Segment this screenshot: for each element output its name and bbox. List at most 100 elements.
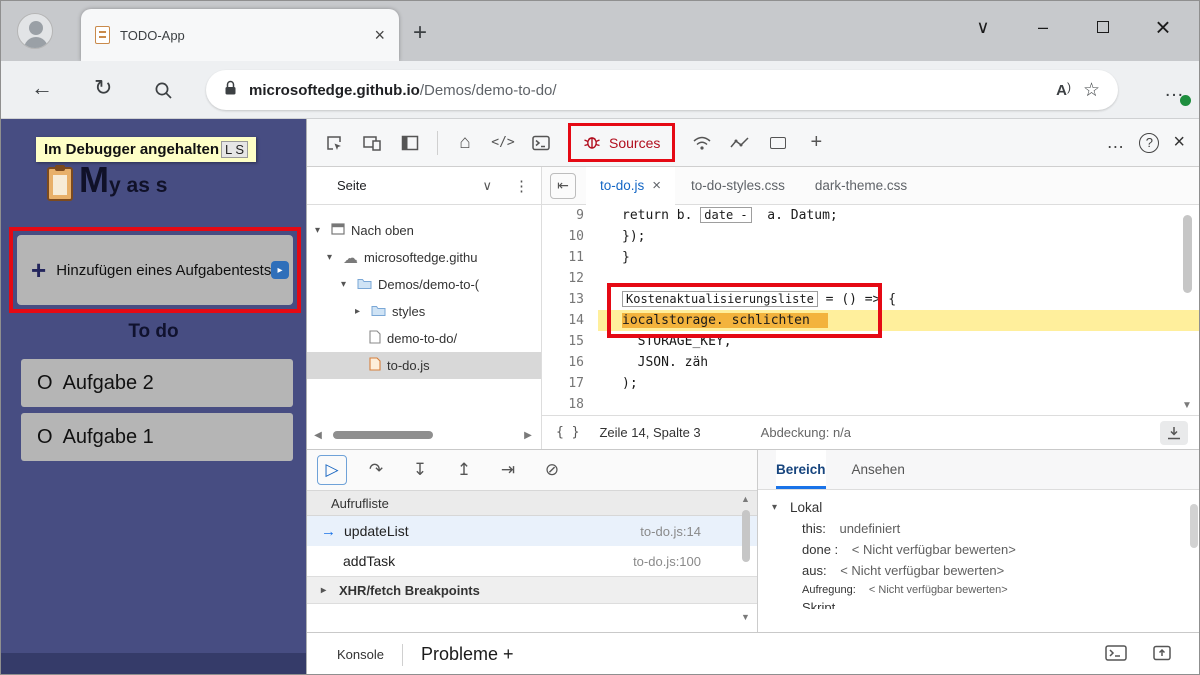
- line-number[interactable]: 9: [542, 205, 598, 226]
- step-icon[interactable]: ⇥: [493, 455, 523, 485]
- add-tools-button[interactable]: +: [799, 126, 833, 160]
- new-tab-button[interactable]: +: [413, 19, 427, 47]
- elements-tool-icon[interactable]: </>: [486, 126, 520, 160]
- scroll-left-icon[interactable]: ◀: [311, 430, 325, 441]
- console-tool-icon[interactable]: [524, 126, 558, 160]
- scope-vertical-scrollbar[interactable]: [1189, 500, 1199, 600]
- maximize-button[interactable]: [1073, 17, 1133, 38]
- scope-var-aufregung[interactable]: Aufregung: < Nicht verfügbar bewerten>: [772, 578, 1199, 596]
- scroll-thumb[interactable]: [742, 510, 750, 562]
- line-number[interactable]: 18: [542, 394, 598, 415]
- expander-icon[interactable]: ▾: [315, 225, 325, 236]
- resume-script-icon[interactable]: ▷: [317, 455, 347, 485]
- line-number[interactable]: 15: [542, 331, 598, 352]
- tab-close-icon[interactable]: ×: [652, 177, 661, 194]
- tree-item-demos-folder[interactable]: ▾ Demos/demo-to-(: [307, 271, 541, 298]
- expander-icon[interactable]: ▾: [327, 252, 337, 263]
- editor-tab-to-do-styles-css[interactable]: to-do-styles.css: [677, 167, 799, 205]
- line-number[interactable]: 12: [542, 268, 598, 289]
- window-close-button[interactable]: ×: [1133, 12, 1193, 43]
- scroll-up-icon[interactable]: ▲: [741, 494, 750, 504]
- scope-group-partial[interactable]: Skript: [772, 600, 1199, 609]
- scroll-down-icon[interactable]: ▼: [1182, 400, 1192, 411]
- add-task-button[interactable]: + Hinzufügen eines Aufgabentests ▸: [17, 235, 293, 305]
- xhr-breakpoints-section[interactable]: ▸ XHR/fetch Breakpoints: [307, 576, 757, 604]
- task-item-1[interactable]: O Aufgabe 1: [21, 413, 293, 461]
- tab-watch[interactable]: Ansehen: [852, 450, 905, 489]
- stack-frame-addTask[interactable]: addTask to-do.js:100: [307, 546, 757, 576]
- call-stack-header[interactable]: Aufrufliste: [307, 490, 757, 516]
- tree-item-origin[interactable]: ▾ ☁ microsoftedge.githu: [307, 244, 541, 271]
- expander-icon[interactable]: ▸: [355, 306, 365, 317]
- refresh-button[interactable]: ↻: [94, 75, 112, 101]
- memory-tool-icon[interactable]: [761, 126, 795, 160]
- sidebar-menu-kebab-icon[interactable]: ⋮: [514, 177, 529, 195]
- scroll-thumb[interactable]: [333, 431, 433, 439]
- device-emulation-icon[interactable]: [355, 126, 389, 160]
- search-icon[interactable]: [154, 81, 173, 105]
- expand-panel-icon[interactable]: [1153, 645, 1171, 664]
- expander-icon[interactable]: ▾: [772, 502, 782, 513]
- tree-item-styles-folder[interactable]: ▸ styles: [307, 298, 541, 325]
- sources-tool-tab[interactable]: Sources: [609, 135, 660, 151]
- tree-item-top-frame[interactable]: ▾ Nach oben: [307, 217, 541, 244]
- scroll-thumb[interactable]: [1190, 504, 1198, 548]
- back-button[interactable]: ←: [31, 75, 53, 101]
- tree-item-demo-to-do[interactable]: demo-to-do/: [307, 325, 541, 352]
- line-number[interactable]: 11: [542, 247, 598, 268]
- favorites-star-icon[interactable]: ☆: [1083, 79, 1100, 102]
- tab-problems[interactable]: Probleme +: [421, 644, 514, 665]
- scroll-right-icon[interactable]: ▶: [521, 430, 535, 441]
- task-radio[interactable]: O: [37, 426, 53, 449]
- devtools-menu-icon[interactable]: …: [1106, 132, 1125, 153]
- tab-close-icon[interactable]: ×: [374, 25, 385, 46]
- tree-item-to-do-js[interactable]: to-do.js: [307, 352, 541, 379]
- task-item-2[interactable]: O Aufgabe 2: [21, 359, 293, 407]
- callstack-vertical-scrollbar[interactable]: ▲ ▼: [739, 492, 753, 624]
- read-aloud-icon[interactable]: A): [1056, 80, 1071, 99]
- tab-console[interactable]: Konsole: [337, 647, 384, 662]
- editor-tab-dark-theme-css[interactable]: dark-theme.css: [801, 167, 921, 205]
- scope-var-aus[interactable]: aus: < Nicht verfügbar bewerten>: [772, 557, 1199, 578]
- network-tool-icon[interactable]: [685, 126, 719, 160]
- chevron-down-icon[interactable]: ∨: [482, 178, 492, 194]
- pretty-print-icon[interactable]: { }: [556, 425, 579, 440]
- tab-scope[interactable]: Bereich: [776, 450, 826, 489]
- scroll-track[interactable]: [325, 430, 521, 440]
- tab-page[interactable]: Seite: [337, 178, 367, 193]
- frame-location[interactable]: to-do.js:100: [633, 554, 701, 569]
- line-number[interactable]: 14: [542, 310, 598, 331]
- step-over-icon[interactable]: ↷: [361, 455, 391, 485]
- scope-group-local[interactable]: ▾ Lokal: [772, 500, 1199, 515]
- frame-location[interactable]: to-do.js:14: [640, 524, 701, 539]
- tab-search-chevron-icon[interactable]: ∨: [953, 17, 1013, 38]
- tree-horizontal-scrollbar[interactable]: ◀ ▶: [311, 427, 535, 443]
- browser-tab[interactable]: TODO-App ×: [81, 9, 399, 61]
- stack-frame-updateList[interactable]: → updateList to-do.js:14: [307, 516, 757, 546]
- expander-icon[interactable]: ▸: [321, 585, 331, 596]
- code-vertical-scrollbar[interactable]: ▼: [1180, 205, 1196, 415]
- profile-avatar[interactable]: [17, 13, 53, 49]
- editor-tab-to-do-js[interactable]: to-do.js ×: [586, 166, 676, 205]
- address-bar[interactable]: microsoftedge.github.io/Demos/demo-to-do…: [206, 70, 1118, 110]
- devtools-close-icon[interactable]: ×: [1173, 131, 1185, 154]
- step-into-icon[interactable]: ↧: [405, 455, 435, 485]
- activity-bar-toggle-icon[interactable]: [393, 126, 427, 160]
- dock-console-icon[interactable]: [1105, 645, 1127, 664]
- line-number[interactable]: 13: [542, 289, 598, 310]
- download-icon[interactable]: [1160, 420, 1188, 445]
- source-code-editor[interactable]: 9 return b. date - a. Datum; 10 }); 11 }…: [542, 205, 1199, 415]
- expander-icon[interactable]: ▾: [341, 279, 351, 290]
- url-text[interactable]: microsoftedge.github.io/Demos/demo-to-do…: [249, 82, 1044, 99]
- welcome-home-icon[interactable]: ⌂: [448, 126, 482, 160]
- performance-tool-icon[interactable]: [723, 126, 757, 160]
- help-icon[interactable]: ?: [1139, 132, 1160, 153]
- deactivate-breakpoints-icon[interactable]: ⊘: [537, 455, 567, 485]
- line-number[interactable]: 16: [542, 352, 598, 373]
- scope-var-done[interactable]: done : < Nicht verfügbar bewerten>: [772, 536, 1199, 557]
- task-radio[interactable]: O: [37, 372, 53, 395]
- browser-menu-button[interactable]: …: [1164, 79, 1192, 107]
- bug-icon[interactable]: [583, 132, 601, 153]
- scope-var-this[interactable]: this: undefiniert: [772, 515, 1199, 536]
- line-number[interactable]: 10: [542, 226, 598, 247]
